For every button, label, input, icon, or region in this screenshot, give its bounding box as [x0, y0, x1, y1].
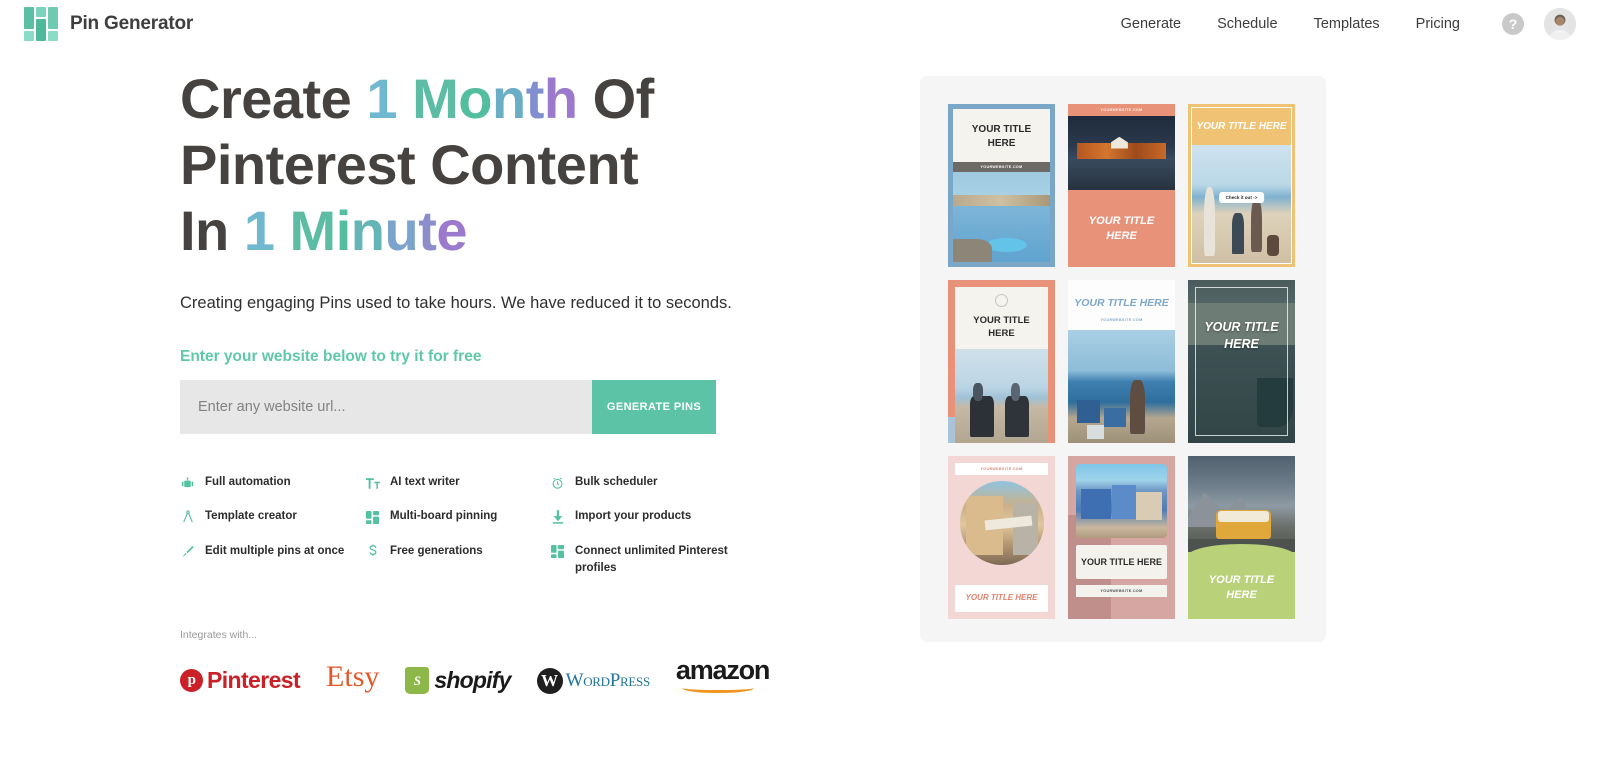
pin-card-8[interactable]: YOUR TITLE HERE YOURWEBSITE.COM — [1068, 456, 1175, 619]
feature-label: Full automation — [205, 476, 291, 489]
feature-item-connect-profiles: Connect unlimited Pinterest profiles — [550, 543, 750, 578]
website-url-input[interactable] — [180, 380, 592, 435]
nav-item-templates[interactable]: Templates — [1296, 16, 1398, 32]
pin-grid: YOUR TITLE HERE YOURWEBSITE.COM YOURWEBS… — [948, 104, 1298, 619]
pin-logo-placeholder-icon — [995, 294, 1008, 307]
pin-title: YOUR TITLE HERE — [1208, 573, 1275, 601]
brand-name: Pin Generator — [70, 13, 194, 34]
paintbrush-icon — [180, 544, 195, 560]
pin-card-4[interactable]: YOUR TITLE HERE — [948, 280, 1055, 443]
user-avatar-icon[interactable] — [1544, 8, 1576, 40]
etsy-logo: Etsy — [326, 660, 380, 694]
feature-label: AI text writer — [390, 476, 460, 489]
wordpress-wordmark: WordPress — [565, 670, 651, 692]
wordpress-mark-icon: W — [536, 668, 563, 695]
main-nav: Generate Schedule Templates Pricing ? — [1103, 8, 1576, 40]
feature-item-multi-board-pinning: Multi-board pinning — [365, 508, 550, 525]
pin-card-3[interactable]: YOUR TITLE HERE Check it out -> — [1188, 104, 1295, 267]
feature-item-template-creator: Template creator — [180, 508, 365, 525]
wordpress-logo: W WordPress — [536, 668, 651, 695]
pinterest-wordmark: Pinterest — [207, 667, 301, 694]
shopify-wordmark: shopify — [434, 667, 511, 694]
pin-title: YOUR TITLE HERE — [1074, 297, 1169, 309]
amazon-wordmark: amazon — [675, 655, 771, 686]
pin-title: YOUR TITLE HERE — [1204, 320, 1279, 351]
amazon-smile-icon — [681, 682, 754, 694]
url-form: GENERATE PINS — [180, 380, 920, 435]
feature-label: Free generations — [390, 544, 483, 557]
hero-subtitle: Creating engaging Pins used to take hour… — [180, 294, 732, 313]
pin-card-7[interactable]: YOURWEBSITE.COM YOUR TITLE HERE — [948, 456, 1055, 619]
pin-title: YOUR TITLE HERE — [955, 585, 1048, 612]
pin-title: YOUR TITLE HERE — [1076, 545, 1167, 580]
integration-logos: p Pinterest Etsy S shopify W WordPress a… — [180, 655, 920, 695]
compass-icon — [180, 509, 195, 525]
alarm-clock-icon — [550, 475, 565, 491]
headline-line-1: Create 1 Month Of — [180, 67, 654, 130]
download-icon — [550, 509, 565, 525]
integrations-label: Integrates with... — [180, 629, 258, 642]
text-tool-icon — [365, 475, 380, 491]
feature-label: Edit multiple pins at once — [205, 544, 345, 557]
pin-showcase-panel: YOUR TITLE HERE YOURWEBSITE.COM YOURWEBS… — [920, 76, 1326, 642]
shopify-bag-icon: S — [405, 667, 430, 695]
feature-item-free-generations: Free generations — [365, 543, 550, 578]
pin-card-2[interactable]: YOURWEBSITE.COM YOUR TITLE HERE — [1068, 104, 1175, 267]
feature-item-bulk-scheduler: Bulk scheduler — [550, 474, 750, 491]
grid-logo-icon — [24, 7, 58, 41]
feature-label: Multi-board pinning — [390, 510, 498, 523]
headline-line-3: In 1 Minute — [180, 199, 468, 263]
help-icon[interactable]: ? — [1502, 13, 1524, 35]
pin-badge: Check it out -> — [1218, 191, 1265, 203]
nav-item-schedule[interactable]: Schedule — [1199, 16, 1295, 32]
feature-item-full-automation: Full automation — [180, 474, 365, 491]
robot-icon — [180, 475, 195, 491]
pin-card-1[interactable]: YOUR TITLE HERE YOURWEBSITE.COM — [948, 104, 1055, 267]
pin-card-6[interactable]: YOUR TITLE HERE — [1188, 280, 1295, 443]
pin-title: YOUR TITLE HERE — [1088, 214, 1155, 242]
dollar-icon — [365, 544, 380, 560]
feature-label: Bulk scheduler — [575, 476, 658, 489]
cta-prompt: Enter your website below to try it for f… — [180, 348, 482, 366]
pinterest-mark-icon: p — [180, 669, 203, 693]
page-title: Create 1 Month Of Pinterest Content In 1… — [180, 66, 700, 264]
pin-url: YOURWEBSITE.COM — [1100, 108, 1143, 112]
hero-left-column: Create 1 Month Of Pinterest Content In 1… — [0, 48, 920, 695]
pinterest-logo: p Pinterest — [180, 667, 301, 694]
feature-label: Connect unlimited Pinterest profiles — [575, 544, 728, 574]
feature-label: Import your products — [575, 510, 692, 523]
amazon-logo: amazon — [675, 655, 771, 694]
feature-item-ai-text-writer: AI text writer — [365, 474, 550, 491]
pin-url: YOURWEBSITE.COM — [1100, 318, 1143, 323]
pin-title: YOUR TITLE HERE — [1196, 121, 1287, 132]
shopify-logo: S shopify — [405, 667, 511, 695]
pin-url: YOURWEBSITE.COM — [1076, 585, 1167, 598]
nav-item-generate[interactable]: Generate — [1103, 16, 1199, 32]
feature-item-import-products: Import your products — [550, 508, 750, 525]
pin-title: YOUR TITLE HERE — [973, 315, 1030, 339]
top-navigation-bar: Pin Generator Generate Schedule Template… — [0, 0, 1600, 48]
pin-card-5[interactable]: YOUR TITLE HERE YOURWEBSITE.COM — [1068, 280, 1175, 443]
feature-item-edit-multiple-pins: Edit multiple pins at once — [180, 543, 365, 578]
pin-title: YOUR TITLE HERE — [971, 124, 1032, 149]
pin-url: YOURWEBSITE.COM — [955, 463, 1048, 475]
feature-label: Template creator — [205, 510, 297, 523]
brand-logo[interactable]: Pin Generator — [24, 7, 193, 41]
nav-item-pricing[interactable]: Pricing — [1398, 16, 1478, 32]
pin-card-9[interactable]: YOUR TITLE HERE — [1188, 456, 1295, 619]
pin-url: YOURWEBSITE.COM — [953, 162, 1050, 172]
grid-icon — [365, 509, 380, 525]
feature-list: Full automation AI text writer Bulk sche… — [180, 474, 750, 577]
headline-line-2: Pinterest Content — [180, 133, 639, 197]
generate-pins-button[interactable]: GENERATE PINS — [592, 380, 716, 435]
page-body: Create 1 Month Of Pinterest Content In 1… — [0, 48, 1600, 695]
grid-icon — [550, 544, 565, 560]
